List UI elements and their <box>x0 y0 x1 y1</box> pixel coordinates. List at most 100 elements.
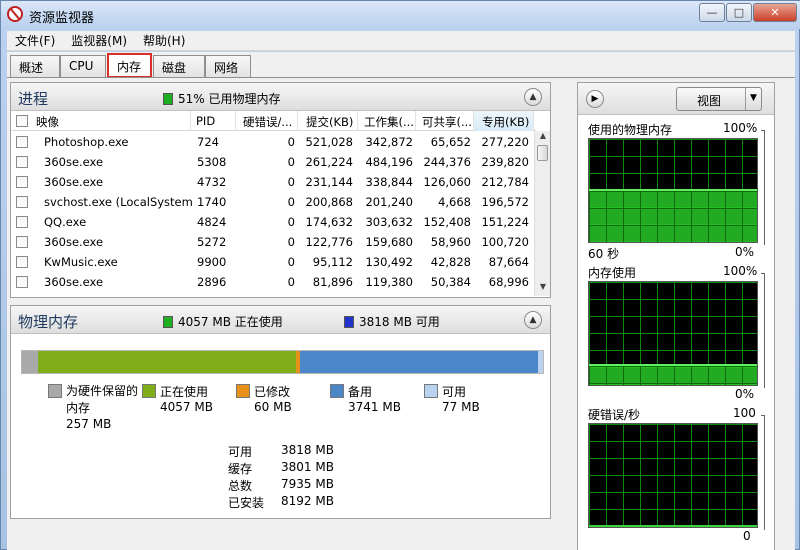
cell-hard-faults: 0 <box>287 135 295 149</box>
cell-private: 277,220 <box>481 135 529 149</box>
column-shareable[interactable]: 可共享(... <box>416 111 474 131</box>
column-pid[interactable]: PID <box>191 111 236 131</box>
cell-pid: 724 <box>197 135 219 149</box>
view-dropdown[interactable]: 视图 ▼ <box>676 87 762 111</box>
processes-panel: 进程 51% 已用物理内存 ▲ 映像 PID 硬错误/... 提交(KB) 工作… <box>10 82 551 298</box>
graph3-title: 硬错误/秒 <box>588 408 641 422</box>
cell-hard-faults: 0 <box>287 175 295 189</box>
table-row[interactable]: 360se.exe 5308 0 261,224 484,196 244,376 239,8… <box>11 152 536 172</box>
row-checkbox[interactable] <box>16 216 28 228</box>
memory-usage-status: 51% 已用物理内存 <box>163 90 281 107</box>
cell-pid: 9900 <box>197 255 227 269</box>
legend-in-use-label: 正在使用 <box>160 385 209 399</box>
scroll-down-arrow-icon[interactable]: ▼ <box>536 282 550 296</box>
graph1-fill <box>589 189 757 242</box>
scroll-thumb[interactable] <box>537 145 548 161</box>
cell-private: 100,720 <box>481 235 529 249</box>
row-checkbox[interactable] <box>16 196 28 208</box>
table-row[interactable]: 360se.exe 5272 0 122,776 159,680 58,960 100,72… <box>11 232 536 252</box>
cell-pid: 5308 <box>197 155 227 169</box>
row-checkbox[interactable] <box>16 176 28 188</box>
collapse-physical-memory-button[interactable]: ▲ <box>524 311 542 329</box>
cell-commit: 122,776 <box>305 235 353 249</box>
cell-image: 360se.exe <box>44 275 104 289</box>
menu-monitor[interactable]: 监视器(M) <box>63 32 135 49</box>
memory-usage-bar <box>21 350 544 374</box>
column-image[interactable]: 映像 <box>33 111 191 131</box>
cell-working-set: 342,872 <box>365 135 413 149</box>
column-hard-faults[interactable]: 硬错误/... <box>236 111 298 131</box>
menu-bar: 文件(F) 监视器(M) 帮助(H) <box>7 31 795 51</box>
table-row[interactable]: 360se.exe 4732 0 231,144 338,844 126,060 212,7… <box>11 172 536 192</box>
cell-working-set: 303,632 <box>365 215 413 229</box>
cell-pid: 5272 <box>197 235 227 249</box>
table-row[interactable]: svchost.exe (LocalSystemN...1740 0 200,868… <box>11 192 536 212</box>
table-row[interactable]: Photoshop.exe 724 0 521,028 342,872 65,652 277… <box>11 132 536 152</box>
memory-usage-text: 51% 已用物理内存 <box>178 92 281 106</box>
cell-image: KwMusic.exe <box>44 255 118 269</box>
row-checkbox[interactable] <box>16 136 28 148</box>
legend-reserved-value: 257 MB <box>66 417 112 431</box>
menu-help[interactable]: 帮助(H) <box>135 32 193 49</box>
free-segment <box>538 351 543 373</box>
cell-hard-faults: 0 <box>287 155 295 169</box>
column-commit[interactable]: 提交(KB) <box>298 111 358 131</box>
legend-free-label: 可用 <box>442 385 467 399</box>
in-use-text: 4057 MB 正在使用 <box>178 315 283 329</box>
legend-in-use-value: 4057 MB <box>160 400 213 414</box>
cell-commit: 200,868 <box>305 195 353 209</box>
graph1-title: 使用的物理内存 <box>588 123 673 137</box>
chevron-down-icon[interactable]: ▼ <box>745 88 761 110</box>
graph3-min: 0 <box>743 529 751 543</box>
row-checkbox[interactable] <box>16 236 28 248</box>
summary-cached-label: 缓存 <box>228 462 253 476</box>
expand-arrow-icon[interactable]: ▶ <box>586 90 604 108</box>
graph1-min: 0% <box>735 245 755 259</box>
table-row[interactable]: KwMusic.exe 9900 0 95,112 130,492 42,828 87,66… <box>11 252 536 272</box>
column-private[interactable]: 专用(KB) <box>474 111 534 131</box>
table-row[interactable]: 360se.exe 2896 0 81,896 119,380 50,384 68,996 <box>11 272 536 292</box>
graph2-min: 0% <box>735 387 755 401</box>
cell-working-set: 484,196 <box>365 155 413 169</box>
tab-cpu[interactable]: CPU <box>60 55 106 77</box>
graph3-scale-mark <box>761 415 765 530</box>
in-use-swatch <box>163 316 173 328</box>
row-checkbox[interactable] <box>16 156 28 168</box>
physical-memory-header[interactable]: 物理内存 4057 MB 正在使用 3818 MB 可用 ▲ <box>11 306 550 334</box>
maximize-button[interactable]: □ <box>726 3 752 22</box>
graphs-panel: ▶ 视图 ▼ 使用的物理内存 100% 60 秒 0% 内存使用 100% 0%… <box>577 82 775 550</box>
minimize-button[interactable]: — <box>699 3 725 22</box>
summary-installed-value: 8192 MB <box>281 494 334 508</box>
select-all-checkbox[interactable] <box>16 115 28 127</box>
menu-file[interactable]: 文件(F) <box>7 32 63 49</box>
tab-memory[interactable]: 内存 <box>107 53 152 78</box>
cell-image: QQ.exe <box>44 215 87 229</box>
graph2-fill <box>589 364 757 385</box>
scroll-up-arrow-icon[interactable]: ▲ <box>536 131 550 145</box>
tab-disk[interactable]: 磁盘 <box>153 55 205 77</box>
summary-total-label: 总数 <box>228 479 253 493</box>
legend-standby-value: 3741 MB <box>348 400 401 414</box>
row-checkbox[interactable] <box>16 256 28 268</box>
memory-usage-graph <box>588 281 758 386</box>
title-bar[interactable]: 资源监视器 — □ ✕ <box>1 1 800 29</box>
collapse-processes-button[interactable]: ▲ <box>524 88 542 106</box>
table-row[interactable]: QQ.exe 4824 0 174,632 303,632 152,408 151,224 <box>11 212 536 232</box>
graph2-title: 内存使用 <box>588 266 637 280</box>
process-scrollbar[interactable]: ▲ ▼ <box>534 131 550 296</box>
close-button[interactable]: ✕ <box>753 3 797 22</box>
tab-network[interactable]: 网络 <box>205 55 251 77</box>
available-swatch <box>344 316 354 328</box>
cell-image: 360se.exe <box>44 175 104 189</box>
tab-bar: 概述 CPU 内存 磁盘 网络 <box>7 52 795 78</box>
resource-monitor-window: 资源监视器 — □ ✕ 文件(F) 监视器(M) 帮助(H) 概述 CPU 内存… <box>0 0 800 550</box>
row-checkbox[interactable] <box>16 276 28 288</box>
legend-reserved-label: 为硬件保留的内存 <box>66 384 139 415</box>
legend-free-swatch <box>424 384 438 398</box>
processes-header[interactable]: 进程 51% 已用物理内存 ▲ <box>11 83 550 111</box>
tab-overview[interactable]: 概述 <box>10 55 60 77</box>
column-working-set[interactable]: 工作集(... <box>358 111 416 131</box>
cell-pid: 4732 <box>197 175 227 189</box>
legend-modified-value: 60 MB <box>254 400 292 414</box>
cell-private: 239,820 <box>481 155 529 169</box>
